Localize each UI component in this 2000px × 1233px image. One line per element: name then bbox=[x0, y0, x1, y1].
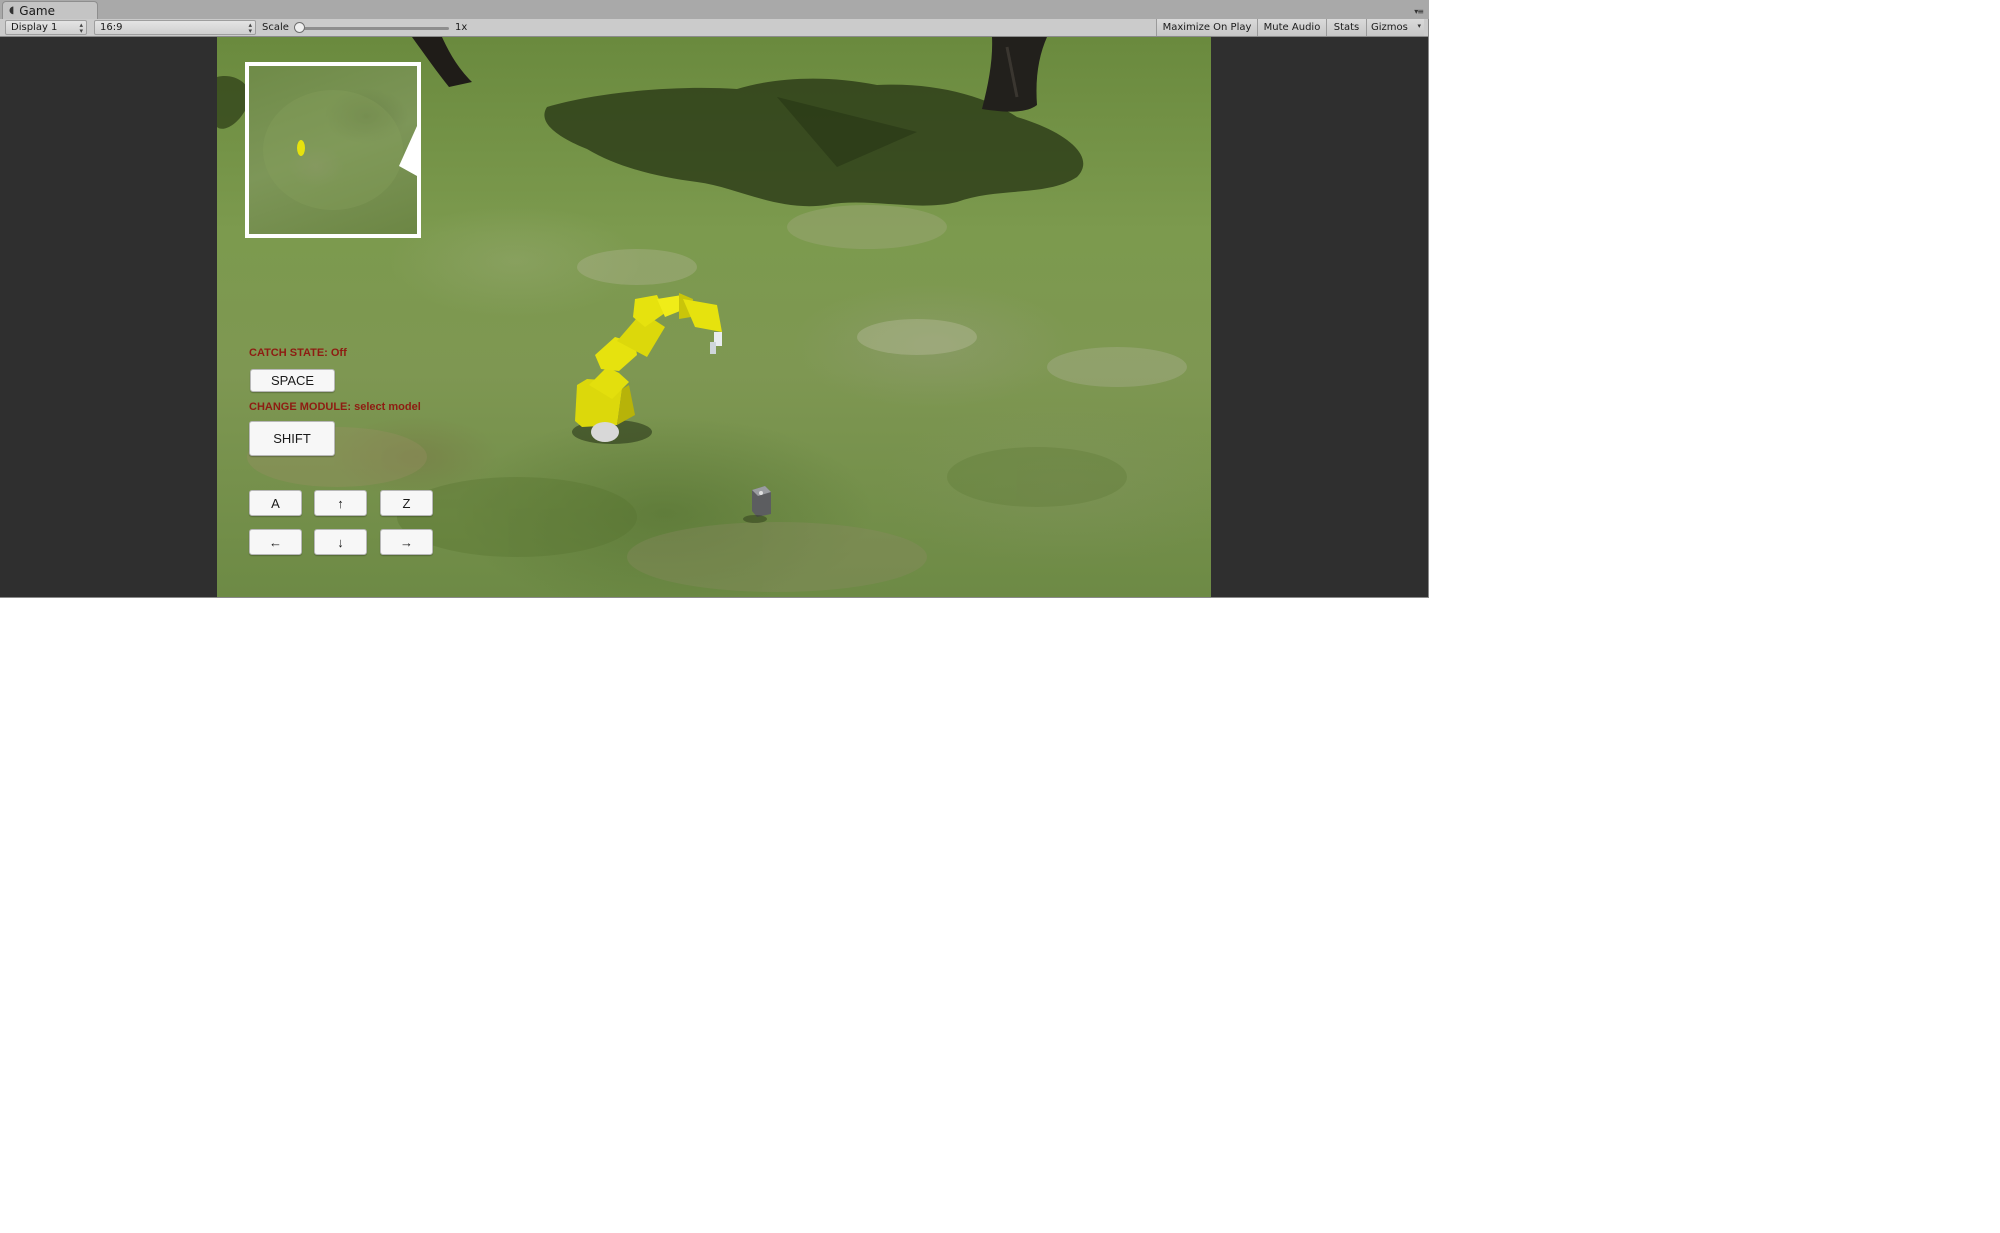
game-toolbar: Display 1 ▴ ▾ 16:9 ▴ ▾ Scale 1x Maximize O… bbox=[0, 19, 1429, 37]
scale-label: Scale bbox=[262, 22, 289, 33]
tab-bar: ◖ Game ▾≡ bbox=[0, 0, 1429, 20]
display-dropdown[interactable]: Display 1 ▴ ▾ bbox=[5, 20, 87, 35]
scale-slider-track[interactable] bbox=[299, 27, 449, 30]
tab-game[interactable]: ◖ Game bbox=[2, 1, 98, 19]
maximize-on-play-toggle[interactable]: Maximize On Play bbox=[1156, 19, 1257, 36]
gizmos-label: Gizmos bbox=[1371, 22, 1408, 33]
mute-audio-toggle[interactable]: Mute Audio bbox=[1257, 19, 1326, 36]
gizmos-toggle[interactable]: Gizmos ▾ bbox=[1366, 19, 1424, 36]
window-edge bbox=[1428, 19, 1429, 598]
scale-slider-handle[interactable] bbox=[294, 22, 305, 33]
updown-arrows-icon: ▴ ▾ bbox=[248, 20, 252, 35]
window-edge bbox=[0, 597, 1429, 598]
key-up-button[interactable]: ↑ bbox=[314, 490, 367, 516]
tab-game-label: Game bbox=[19, 3, 56, 18]
key-down-button[interactable]: ↓ bbox=[314, 529, 367, 555]
tab-menu-icon[interactable]: ▾≡ bbox=[1414, 7, 1424, 16]
aspect-ratio-label: 16:9 bbox=[100, 22, 123, 33]
catch-state-label: CATCH STATE: Off bbox=[249, 347, 347, 359]
space-button[interactable]: SPACE bbox=[250, 369, 335, 392]
key-a-button[interactable]: A bbox=[249, 490, 302, 516]
shift-button[interactable]: SHIFT bbox=[249, 421, 335, 456]
pacman-game-icon: ◖ bbox=[9, 5, 15, 16]
key-right-button[interactable]: → bbox=[380, 529, 433, 555]
stats-toggle[interactable]: Stats bbox=[1326, 19, 1366, 36]
change-module-label: CHANGE MODULE: select model bbox=[249, 401, 421, 413]
dropdown-arrow-icon[interactable]: ▾ bbox=[1417, 22, 1421, 30]
display-dropdown-label: Display 1 bbox=[11, 22, 58, 33]
scale-value: 1x bbox=[455, 22, 468, 33]
aspect-ratio-dropdown[interactable]: 16:9 ▴ ▾ bbox=[94, 20, 256, 35]
game-viewport[interactable]: CATCH STATE: Off SPACE CHANGE MODULE: se… bbox=[217, 37, 1211, 597]
updown-arrows-icon: ▴ ▾ bbox=[79, 20, 83, 35]
unity-editor-window: ◖ Game ▾≡ Display 1 ▴ ▾ 16:9 ▴ ▾ Scale 1x … bbox=[0, 0, 1429, 598]
key-z-button[interactable]: Z bbox=[380, 490, 433, 516]
key-left-button[interactable]: ← bbox=[249, 529, 302, 555]
